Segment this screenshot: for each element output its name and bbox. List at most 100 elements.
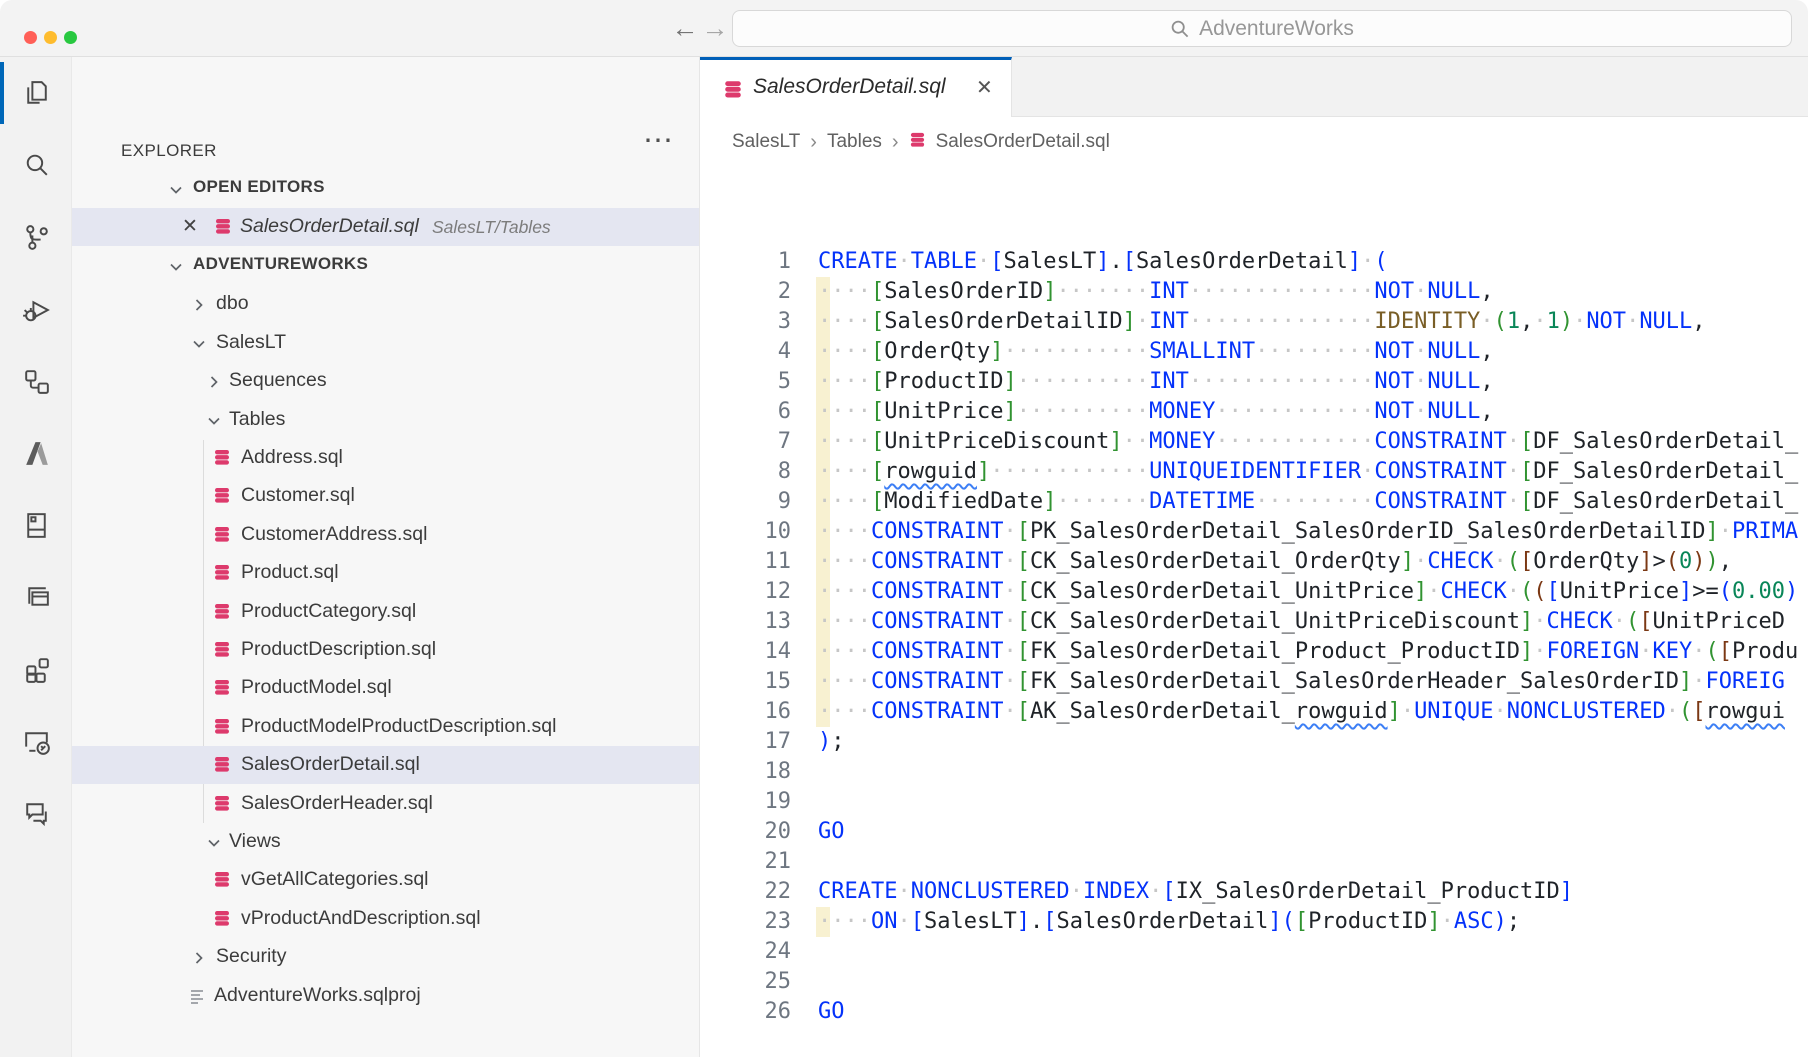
tree-item-productcategory-sql[interactable]: ProductCategory.sql [72, 593, 699, 631]
database-icon [213, 640, 231, 658]
tree-item-customeraddress-sql[interactable]: CustomerAddress.sql [72, 516, 699, 554]
minimize-window-button[interactable] [44, 31, 57, 44]
breadcrumb-separator: › [810, 131, 817, 154]
more-actions-icon[interactable]: ⋯ [638, 123, 678, 158]
windows-icon [20, 581, 53, 614]
tree-item-tables[interactable]: Tables [72, 401, 699, 439]
database-icon [213, 448, 231, 466]
tree-item-sequences[interactable]: Sequences [72, 362, 699, 400]
code-line-16[interactable]: 16····CONSTRAINT·[AK_SalesOrderDetail_ro… [700, 697, 1808, 727]
activity-item-comments[interactable] [0, 777, 72, 849]
tree-item-adventureworks-sqlproj[interactable]: AdventureWorks.sqlproj [72, 977, 699, 1015]
activity-item-azure[interactable] [0, 417, 72, 489]
code-line-19[interactable]: 19 [700, 787, 1808, 817]
activity-item-source-control[interactable] [0, 201, 72, 273]
command-center-search[interactable]: AdventureWorks [732, 10, 1792, 47]
back-arrow-icon[interactable]: ← [668, 9, 702, 47]
chevron-down-icon [167, 258, 185, 276]
forward-arrow-icon[interactable]: → [698, 9, 732, 47]
item-label: Tables [229, 408, 285, 431]
code-line-5[interactable]: 5····[ProductID]··········INT···········… [700, 367, 1808, 397]
sqlproj-icon [189, 987, 207, 1005]
tree-item-address-sql[interactable]: Address.sql [72, 439, 699, 477]
tab-salesorderdetail[interactable]: SalesOrderDetail.sql ✕ [700, 57, 1012, 117]
chevron-right-icon [190, 296, 208, 314]
item-label: Product.sql [241, 561, 339, 584]
extensions-icon [20, 653, 53, 686]
code-line-13[interactable]: 13····CONSTRAINT·[CK_SalesOrderDetail_Un… [700, 607, 1808, 637]
close-window-button[interactable] [24, 31, 37, 44]
code-line-25[interactable]: 25 [700, 967, 1808, 997]
breadcrumb-item[interactable]: Tables [827, 131, 882, 153]
activity-item-connections[interactable] [0, 345, 72, 417]
item-label: ProductDescription.sql [241, 638, 436, 661]
code-line-6[interactable]: 6····[UnitPrice]··········MONEY·········… [700, 397, 1808, 427]
code-line-23[interactable]: 23····ON·[SalesLT].[SalesOrderDetail]([P… [700, 907, 1808, 937]
tree-item-security[interactable]: Security [72, 938, 699, 976]
tree-item-productmodelproductdescription-sql[interactable]: ProductModelProductDescription.sql [72, 708, 699, 746]
item-label: AdventureWorks.sqlproj [214, 984, 421, 1007]
close-icon[interactable]: ✕ [182, 215, 198, 238]
breadcrumb-item[interactable]: SalesLT [732, 131, 800, 153]
code-line-1[interactable]: 1CREATE·TABLE·[SalesLT].[SalesOrderDetai… [700, 247, 1808, 277]
chevron-down-icon [205, 412, 223, 430]
activity-item-remote-explorer[interactable] [0, 705, 72, 777]
tree-item-vproductanddescription-sql[interactable]: vProductAndDescription.sql [72, 900, 699, 938]
tree-item-product-sql[interactable]: Product.sql [72, 554, 699, 592]
database-icon [723, 79, 743, 99]
line-number: 22 [700, 877, 791, 907]
activity-item-extensions[interactable] [0, 633, 72, 705]
code-line-7[interactable]: 7····[UnitPriceDiscount]··MONEY·········… [700, 427, 1808, 457]
tree-item-saleslt[interactable]: SalesLT [72, 324, 699, 362]
code-line-8[interactable]: 8····[rowguid]············UNIQUEIDENTIFI… [700, 457, 1808, 487]
item-label: Address.sql [241, 446, 343, 469]
code-line-26[interactable]: 26GO [700, 997, 1808, 1027]
code-line-22[interactable]: 22CREATE·NONCLUSTERED·INDEX·[IX_SalesOrd… [700, 877, 1808, 907]
tree-item-salesorderdetail-sql[interactable]: SalesOrderDetail.sql [72, 746, 699, 784]
code-line-18[interactable]: 18 [700, 757, 1808, 787]
open-editor-item[interactable]: ✕ SalesOrderDetail.sqlSalesLT/Tables [72, 208, 699, 246]
activity-item-explorer[interactable] [0, 57, 72, 129]
section-adventureworks[interactable]: ADVENTUREWORKS [72, 247, 699, 285]
line-number: 10 [700, 517, 791, 547]
tree-item-salesorderheader-sql[interactable]: SalesOrderHeader.sql [72, 785, 699, 823]
titlebar: ← → AdventureWorks [0, 0, 1808, 57]
code-line-15[interactable]: 15····CONSTRAINT·[FK_SalesOrderDetail_Sa… [700, 667, 1808, 697]
item-label: Security [216, 945, 286, 968]
code-line-4[interactable]: 4····[OrderQty]···········SMALLINT······… [700, 337, 1808, 367]
line-number: 2 [700, 277, 791, 307]
tree-item-productmodel-sql[interactable]: ProductModel.sql [72, 669, 699, 707]
tree-item-productdescription-sql[interactable]: ProductDescription.sql [72, 631, 699, 669]
line-number: 9 [700, 487, 791, 517]
code-line-3[interactable]: 3····[SalesOrderDetailID]·INT···········… [700, 307, 1808, 337]
database-icon [213, 602, 231, 620]
code-line-11[interactable]: 11····CONSTRAINT·[CK_SalesOrderDetail_Or… [700, 547, 1808, 577]
database-icon [213, 870, 231, 888]
code-line-12[interactable]: 12····CONSTRAINT·[CK_SalesOrderDetail_Un… [700, 577, 1808, 607]
activity-item-windows[interactable] [0, 561, 72, 633]
code-line-21[interactable]: 21 [700, 847, 1808, 877]
activity-item-notebook[interactable] [0, 489, 72, 561]
database-icon [213, 909, 231, 927]
code-line-9[interactable]: 9····[ModifiedDate]·······DATETIME······… [700, 487, 1808, 517]
code-line-10[interactable]: 10····CONSTRAINT·[PK_SalesOrderDetail_Sa… [700, 517, 1808, 547]
line-number: 4 [700, 337, 791, 367]
section-open-editors[interactable]: OPEN EDITORS [72, 170, 699, 208]
line-number: 20 [700, 817, 791, 847]
code-line-14[interactable]: 14····CONSTRAINT·[FK_SalesOrderDetail_Pr… [700, 637, 1808, 667]
zoom-window-button[interactable] [64, 31, 77, 44]
tree-item-vgetallcategories-sql[interactable]: vGetAllCategories.sql [72, 861, 699, 899]
activity-item-run-debug[interactable] [0, 273, 72, 345]
code-line-20[interactable]: 20GO [700, 817, 1808, 847]
tree-item-customer-sql[interactable]: Customer.sql [72, 477, 699, 515]
code-line-17[interactable]: 17); [700, 727, 1808, 757]
activity-item-search[interactable] [0, 129, 72, 201]
tab-close-icon[interactable]: ✕ [976, 75, 993, 100]
database-icon [213, 525, 231, 543]
code-line-24[interactable]: 24 [700, 937, 1808, 967]
tree-item-dbo[interactable]: dbo [72, 285, 699, 323]
code-line-2[interactable]: 2····[SalesOrderID]·······INT···········… [700, 277, 1808, 307]
breadcrumb-item[interactable]: SalesOrderDetail.sql [936, 131, 1110, 153]
tree-item-views[interactable]: Views [72, 823, 699, 861]
code-editor[interactable]: 1CREATE·TABLE·[SalesLT].[SalesOrderDetai… [700, 190, 1808, 1057]
